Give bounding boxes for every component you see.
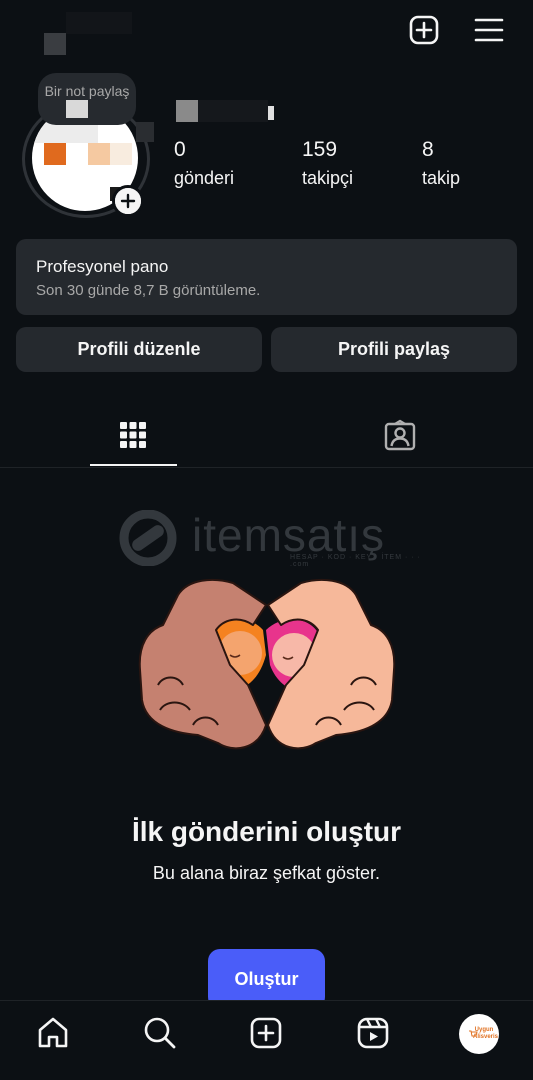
empty-state-title: İlk gönderini oluştur (131, 816, 402, 847)
edit-profile-button[interactable]: Profili düzenle (16, 327, 262, 372)
plus-circle-icon (115, 188, 141, 214)
nav-create[interactable] (248, 1015, 284, 1051)
note-text: Bir not paylaş (44, 83, 130, 99)
redacted-username-block (66, 12, 132, 34)
dashboard-subtitle: Son 30 günde 8,7 B görüntüleme. (36, 282, 261, 299)
menu-button[interactable] (471, 12, 507, 48)
redacted-name-block (198, 100, 268, 122)
add-story-button[interactable] (112, 185, 144, 217)
followers-count[interactable]: 159 (302, 138, 337, 162)
hamburger-menu-icon (474, 18, 504, 42)
empty-state-subtitle: Bu alana biraz şefkat göster. (152, 863, 381, 883)
new-post-button[interactable] (406, 12, 442, 48)
following-count[interactable]: 8 (422, 138, 434, 162)
heart-hands-illustration (138, 578, 396, 750)
active-tab-indicator (90, 464, 177, 466)
posts-count: 0 (174, 138, 186, 161)
tab-divider (0, 467, 533, 468)
redacted-block (136, 122, 154, 142)
tab-tagged[interactable] (382, 418, 418, 454)
redacted-username-block (44, 33, 66, 55)
posts-label: gönderi (174, 168, 235, 188)
create-icon (250, 1017, 282, 1049)
following-label[interactable]: takip (422, 168, 460, 189)
shopping-cart-icon (469, 1030, 478, 1037)
itemsatis-watermark: itemsatış HESAP · KOD · KEY · İTEM · · ·… (110, 509, 430, 568)
grid-icon (120, 422, 146, 448)
nav-home[interactable] (35, 1015, 71, 1051)
tab-grid[interactable] (115, 418, 151, 454)
professional-dashboard-card[interactable]: Profesyonel pano Son 30 günde 8,7 B görü… (16, 239, 517, 315)
search-icon (144, 1017, 176, 1049)
reels-icon (357, 1017, 389, 1049)
bottom-navigation-bar: Uygun Alisveris (0, 1000, 533, 1080)
redacted-block (66, 100, 88, 118)
nav-search[interactable] (142, 1015, 178, 1051)
nav-reels[interactable] (355, 1015, 391, 1051)
watermark-logo-icon (119, 510, 177, 566)
redacted-name-block (268, 106, 274, 120)
tagged-person-icon (384, 419, 416, 451)
home-icon (38, 1017, 68, 1048)
share-profile-button[interactable]: Profili paylaş (271, 327, 517, 372)
redacted-name-block (176, 100, 198, 122)
watermark-tagline: HESAP · KOD · KEY · İTEM · · · .com (290, 554, 421, 568)
plus-square-icon (409, 15, 439, 45)
dashboard-title: Profesyonel pano (36, 257, 169, 276)
followers-label[interactable]: takipçi (302, 168, 353, 189)
nav-profile-avatar[interactable]: Uygun Alisveris (459, 1014, 499, 1054)
